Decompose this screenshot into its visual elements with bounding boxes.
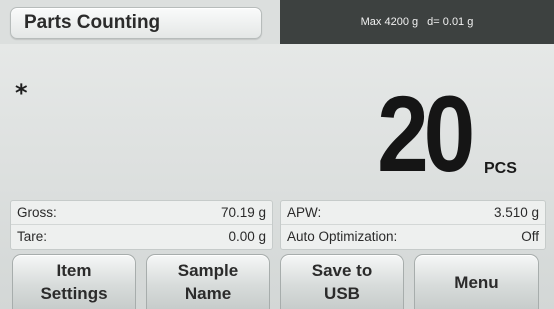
count-reading: 20 [376, 73, 475, 194]
save-to-usb-label-line1: Save to [311, 261, 373, 280]
item-settings-label-line2: Settings [40, 284, 108, 303]
item-settings-label-line1: Item [56, 261, 92, 280]
tare-label: Tare: [17, 229, 48, 244]
stability-indicator: * [15, 79, 28, 107]
weight-info-panel: Gross: 70.19 g Tare: 0.00 g [10, 200, 273, 250]
header-bar: Parts Counting Max 4200 g d= 0.01 g [0, 0, 554, 44]
sample-name-label-line2: Name [184, 284, 232, 303]
sample-name-button[interactable]: Sample Name [146, 254, 270, 309]
menu-button[interactable]: Menu [414, 254, 539, 309]
max-capacity-text: Max 4200 g [360, 16, 419, 28]
application-title: Parts Counting [10, 7, 262, 39]
capacity-info-bar: Max 4200 g d= 0.01 g [280, 0, 554, 44]
gross-label: Gross: [17, 205, 57, 220]
apw-value: 3.510 g [493, 205, 539, 220]
readability-text: d= 0.01 g [427, 16, 474, 28]
auto-optimization-value: Off [521, 229, 539, 244]
count-unit: PCS [484, 160, 517, 177]
auto-optimization-row: Auto Optimization: Off [281, 225, 545, 249]
sample-name-label-line1: Sample [177, 261, 239, 280]
auto-optimization-label: Auto Optimization: [287, 229, 398, 244]
save-to-usb-button[interactable]: Save to USB [280, 254, 404, 309]
apw-row: APW: 3.510 g [281, 201, 545, 225]
item-settings-button[interactable]: Item Settings [12, 254, 136, 309]
tare-row: Tare: 0.00 g [11, 225, 272, 249]
gross-value: 70.19 g [220, 205, 266, 220]
save-to-usb-label-line2: USB [324, 284, 360, 303]
count-info-panel: APW: 3.510 g Auto Optimization: Off [280, 200, 546, 250]
tare-value: 0.00 g [228, 229, 266, 244]
gross-row: Gross: 70.19 g [11, 201, 272, 225]
apw-label: APW: [287, 205, 322, 220]
menu-label: Menu [454, 272, 499, 292]
